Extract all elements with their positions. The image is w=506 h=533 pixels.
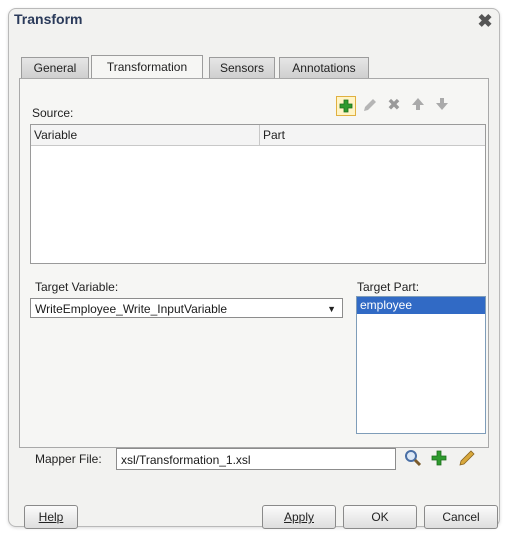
mapper-file-field[interactable]: xsl/Transformation_1.xsl	[116, 448, 396, 470]
edit-icon[interactable]	[360, 96, 380, 116]
add-mapper-icon[interactable]	[428, 448, 450, 470]
chevron-down-icon[interactable]: ▼	[327, 299, 336, 319]
tab-transformation[interactable]: Transformation	[91, 55, 203, 80]
source-label: Source:	[32, 106, 74, 120]
edit-mapper-icon[interactable]	[456, 448, 478, 470]
target-variable-value: WriteEmployee_Write_InputVariable	[35, 302, 228, 316]
target-part-label: Target Part:	[357, 280, 420, 294]
source-table[interactable]: Variable Part	[30, 124, 486, 264]
tab-sensors[interactable]: Sensors	[209, 57, 275, 78]
target-variable-select[interactable]: WriteEmployee_Write_InputVariable ▼	[30, 298, 343, 318]
column-part[interactable]: Part	[259, 125, 485, 145]
list-item[interactable]: employee	[357, 297, 485, 314]
apply-button-label: Apply	[283, 510, 315, 524]
help-button-label: Help	[38, 510, 64, 524]
cancel-button[interactable]: Cancel	[424, 505, 498, 529]
dialog-title: Transform	[14, 11, 83, 27]
apply-button[interactable]: Apply	[262, 505, 336, 529]
column-variable[interactable]: Variable	[31, 125, 254, 145]
tab-annotations[interactable]: Annotations	[279, 57, 369, 78]
target-variable-label: Target Variable:	[35, 280, 119, 294]
search-icon[interactable]	[402, 448, 424, 470]
ok-button[interactable]: OK	[343, 505, 417, 529]
source-table-header: Variable Part	[31, 125, 485, 146]
target-part-list[interactable]: employee	[356, 296, 486, 434]
move-up-icon[interactable]	[408, 96, 428, 116]
move-down-icon[interactable]	[432, 96, 452, 116]
add-icon[interactable]	[336, 96, 356, 116]
close-icon[interactable]: ✖	[476, 12, 494, 30]
tab-general[interactable]: General	[21, 57, 89, 78]
delete-icon[interactable]: ✖	[384, 96, 404, 116]
mapper-file-label: Mapper File:	[35, 452, 102, 466]
help-button[interactable]: Help	[24, 505, 78, 529]
